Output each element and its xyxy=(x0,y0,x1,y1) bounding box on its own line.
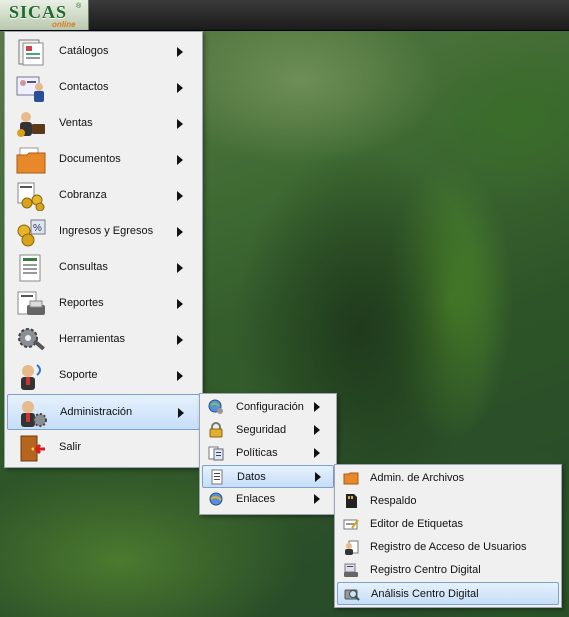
menu-item-label: Herramientas xyxy=(59,333,126,345)
queries-icon xyxy=(19,254,41,282)
submenu-arrow-icon xyxy=(177,263,183,273)
menu-item-label: Análisis Centro Digital xyxy=(371,588,479,600)
menu-item-label: Documentos xyxy=(59,153,121,165)
tools-gear-icon xyxy=(18,328,45,351)
menu-item-label: Registro de Acceso de Usuarios xyxy=(370,541,527,553)
menu-item-politicas[interactable]: Políticas xyxy=(202,442,334,465)
exit-door-icon xyxy=(20,435,45,462)
submenu-arrow-icon xyxy=(315,472,321,482)
menu-item-label: Ventas xyxy=(59,117,93,129)
menu-item-administracion[interactable]: Administración xyxy=(7,394,200,430)
submenu-arrow-icon xyxy=(314,402,320,412)
menu-item-label: Soporte xyxy=(59,369,98,381)
menu-item-label: Editor de Etiquetas xyxy=(370,518,463,530)
support-icon xyxy=(21,364,41,390)
menu-item-salir[interactable]: Salir xyxy=(7,430,200,466)
menu-item-label: Enlaces xyxy=(236,493,276,505)
menu-item-contactos[interactable]: Contactos xyxy=(7,70,200,106)
datos-submenu: Admin. de Archivos Respaldo Editor de Et… xyxy=(334,464,562,608)
submenu-arrow-icon xyxy=(177,335,183,345)
menu-item-label: Respaldo xyxy=(370,495,417,507)
folder-icon xyxy=(343,472,359,485)
digital-center-analysis-icon xyxy=(344,589,360,601)
menu-item-admin-archivos[interactable]: Admin. de Archivos xyxy=(337,467,559,490)
admin-submenu: Configuración Seguridad Políticas Datos xyxy=(199,393,337,515)
menu-item-label: Catálogos xyxy=(59,45,109,57)
lock-icon xyxy=(209,422,223,438)
menu-item-label: Registro Centro Digital xyxy=(370,564,481,576)
main-menu: Catálogos Contactos Ventas Documentos Co… xyxy=(4,31,203,468)
submenu-arrow-icon xyxy=(177,227,183,237)
menu-item-enlaces[interactable]: Enlaces xyxy=(202,488,334,511)
menu-item-label: Seguridad xyxy=(236,424,287,436)
catalog-icon xyxy=(18,39,44,66)
submenu-arrow-icon xyxy=(177,371,183,381)
label-editor-icon xyxy=(343,519,359,530)
submenu-arrow-icon xyxy=(314,448,320,458)
reports-icon xyxy=(17,291,45,315)
policies-icon xyxy=(208,446,224,461)
top-bar: SICAS ® online xyxy=(0,0,569,31)
submenu-arrow-icon xyxy=(314,425,320,435)
menu-item-label: Admin. de Archivos xyxy=(370,472,465,484)
submenu-arrow-icon xyxy=(177,191,183,201)
menu-item-datos[interactable]: Datos xyxy=(202,465,334,488)
menu-item-ingresos-egresos[interactable]: % Ingresos y Egresos xyxy=(7,214,200,250)
menu-item-herramientas[interactable]: Herramientas xyxy=(7,322,200,358)
submenu-arrow-icon xyxy=(314,494,320,504)
menu-item-label: Salir xyxy=(59,441,82,453)
sales-icon xyxy=(17,112,45,137)
menu-item-reportes[interactable]: Reportes xyxy=(7,286,200,322)
menu-item-label: Administración xyxy=(60,406,133,418)
menu-item-consultas[interactable]: Consultas xyxy=(7,250,200,286)
submenu-arrow-icon xyxy=(178,408,184,418)
logo-subtitle: online xyxy=(52,20,76,29)
menu-item-label: Reportes xyxy=(59,297,104,309)
globe-config-icon xyxy=(208,399,223,414)
menu-item-configuracion[interactable]: Configuración xyxy=(202,396,334,419)
sicas-logo[interactable]: SICAS ® online xyxy=(0,0,89,30)
menu-item-registro-acceso-usuarios[interactable]: Registro de Acceso de Usuarios xyxy=(337,536,559,559)
backup-card-icon xyxy=(346,494,357,508)
menu-item-respaldo[interactable]: Respaldo xyxy=(337,490,559,513)
menu-item-label: Políticas xyxy=(236,447,278,459)
menu-item-label: Contactos xyxy=(59,81,109,93)
digital-center-register-icon xyxy=(344,563,358,577)
data-document-icon xyxy=(211,469,223,485)
menu-item-registro-centro-digital[interactable]: Registro Centro Digital xyxy=(337,559,559,582)
menu-item-ventas[interactable]: Ventas xyxy=(7,106,200,142)
menu-item-documentos[interactable]: Documentos xyxy=(7,142,200,178)
menu-item-seguridad[interactable]: Seguridad xyxy=(202,419,334,442)
contacts-icon xyxy=(16,76,44,102)
submenu-arrow-icon xyxy=(177,83,183,93)
menu-item-soporte[interactable]: Soporte xyxy=(7,358,200,394)
submenu-arrow-icon xyxy=(177,119,183,129)
menu-item-editor-etiquetas[interactable]: Editor de Etiquetas xyxy=(337,513,559,536)
menu-item-analisis-centro-digital[interactable]: Análisis Centro Digital xyxy=(337,582,559,605)
submenu-arrow-icon xyxy=(177,47,183,57)
menu-item-label: Configuración xyxy=(236,401,304,413)
menu-item-label: Consultas xyxy=(59,261,108,273)
menu-item-label: Ingresos y Egresos xyxy=(59,225,154,237)
income-expense-icon: % xyxy=(17,219,46,247)
user-access-log-icon xyxy=(345,540,359,555)
admin-user-gear-icon xyxy=(21,401,47,427)
menu-item-label: Cobranza xyxy=(59,189,107,201)
menu-item-label: Datos xyxy=(237,471,266,483)
submenu-arrow-icon xyxy=(177,155,183,165)
menu-item-catalogos[interactable]: Catálogos xyxy=(7,34,200,70)
svg-text:%: % xyxy=(33,223,42,234)
billing-coins-icon xyxy=(17,182,45,211)
menu-item-cobranza[interactable]: Cobranza xyxy=(7,178,200,214)
links-globe-icon xyxy=(209,492,223,506)
documents-folder-icon xyxy=(16,147,46,174)
submenu-arrow-icon xyxy=(177,299,183,309)
logo-registered-mark: ® xyxy=(76,3,82,10)
